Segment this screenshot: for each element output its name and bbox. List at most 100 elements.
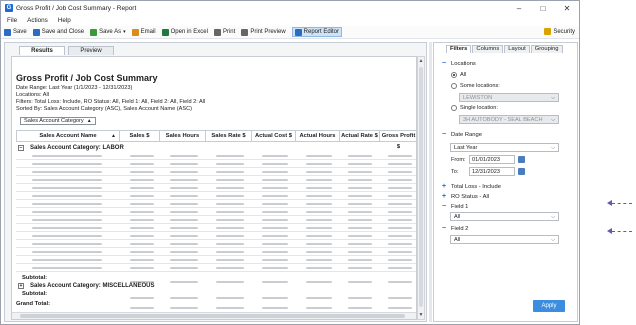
open-in-excel-button[interactable]: Open in Excel — [161, 28, 208, 36]
menu-file[interactable]: File — [7, 17, 17, 24]
redacted-cell — [348, 243, 372, 245]
scroll-thumb[interactable] — [419, 67, 423, 307]
tab-columns[interactable]: Columns — [472, 45, 504, 53]
group-labor[interactable]: − Sales Account Category: LABOR — [18, 145, 124, 151]
redacted-cell — [216, 163, 244, 165]
redacted-cell — [306, 179, 332, 181]
security-button[interactable]: Security — [544, 28, 575, 35]
redacted-cell — [306, 219, 332, 221]
row-divider — [16, 231, 416, 232]
to-date-input[interactable]: 12/31/2023 — [469, 167, 515, 176]
calendar-icon[interactable] — [518, 156, 525, 163]
report-editor-button[interactable]: Report Editor — [291, 27, 343, 37]
redacted-cell — [348, 307, 372, 309]
some-locations-select[interactable]: LEWISTON ⌵ — [459, 93, 559, 102]
col-sales-account-name[interactable]: Sales Account Name ▲ — [16, 130, 120, 142]
section-total-loss[interactable]: + Total Loss - Include — [442, 183, 501, 190]
scroll-down-icon[interactable]: ▼ — [418, 312, 424, 318]
redacted-cell — [32, 235, 102, 237]
redacted-cell — [130, 251, 154, 253]
field-2-select[interactable]: All ⌵ — [450, 235, 559, 244]
print-icon — [213, 28, 221, 36]
tab-preview[interactable]: Preview — [68, 46, 114, 55]
vertical-scrollbar[interactable]: ▲ ▼ — [417, 56, 425, 320]
redacted-cell — [262, 267, 288, 269]
redacted-cell — [32, 195, 102, 197]
section-locations[interactable]: − Locations — [442, 60, 476, 67]
menu-help[interactable]: Help — [58, 17, 71, 24]
row-divider — [16, 175, 416, 176]
redacted-cell — [306, 251, 332, 253]
section-ro-status[interactable]: + RO Status - All — [442, 193, 489, 200]
redacted-cell — [262, 171, 288, 173]
redacted-cell — [170, 267, 198, 269]
minimize-button[interactable]: – — [507, 1, 531, 15]
redacted-cell — [170, 259, 198, 261]
col-actual-hours[interactable]: Actual Hours — [296, 130, 340, 142]
scroll-up-icon[interactable]: ▲ — [418, 58, 424, 64]
lock-icon — [544, 28, 552, 35]
redacted-cell — [348, 235, 372, 237]
date-range-select[interactable]: Last Year ⌵ — [450, 143, 559, 152]
collapse-icon: − — [442, 225, 447, 232]
maximize-button[interactable]: □ — [531, 1, 555, 15]
save-as-button[interactable]: Save As ▾ — [90, 28, 126, 36]
collapse-icon[interactable]: − — [18, 145, 24, 151]
redacted-cell — [348, 171, 372, 173]
col-sales-hours[interactable]: Sales Hours — [160, 130, 206, 142]
tab-layout[interactable]: Layout — [504, 45, 530, 53]
redacted-cell — [348, 203, 372, 205]
section-field-1[interactable]: − Field 1 — [442, 203, 468, 210]
redacted-cell — [388, 195, 412, 197]
col-sales[interactable]: Sales $ — [120, 130, 160, 142]
col-actual-cost[interactable]: Actual Cost $ — [252, 130, 296, 142]
col-gross-profit[interactable]: Gross Profit $ — [380, 130, 416, 150]
field-1-select[interactable]: All ⌵ — [450, 212, 559, 221]
print-button[interactable]: Print — [213, 28, 235, 36]
group-miscellaneous[interactable]: + Sales Account Category: MISCELLANEOUS — [18, 283, 154, 289]
redacted-cell — [32, 227, 102, 229]
chevron-down-icon: ⌵ — [551, 214, 555, 220]
redacted-cell — [348, 179, 372, 181]
save-icon — [4, 28, 11, 36]
save-button[interactable]: Save — [4, 28, 27, 36]
redacted-cell — [388, 227, 412, 229]
tab-results[interactable]: Results — [19, 46, 65, 55]
redacted-cell — [306, 211, 332, 213]
col-sales-rate[interactable]: Sales Rate $ — [206, 130, 252, 142]
email-icon — [131, 28, 139, 36]
radio-single-location[interactable]: Single location: — [451, 105, 498, 111]
expand-icon[interactable]: + — [18, 283, 24, 289]
col-actual-rate[interactable]: Actual Rate $ — [340, 130, 380, 142]
tab-filters[interactable]: Filters — [446, 45, 472, 53]
pane-splitter[interactable] — [429, 42, 432, 322]
redacted-cell — [32, 203, 102, 205]
email-button[interactable]: Email — [131, 28, 156, 36]
print-preview-button[interactable]: Print Preview — [241, 28, 286, 36]
tab-grouping[interactable]: Grouping — [530, 45, 563, 53]
redacted-cell — [216, 219, 244, 221]
row-divider — [16, 223, 416, 224]
save-close-icon — [32, 28, 40, 36]
menu-actions[interactable]: Actions — [27, 17, 48, 24]
expand-icon: + — [442, 183, 447, 190]
redacted-cell — [130, 195, 154, 197]
radio-all-locations[interactable]: All — [451, 72, 466, 78]
redacted-cell — [306, 267, 332, 269]
redacted-cell — [348, 251, 372, 253]
close-button[interactable]: ✕ — [555, 1, 579, 15]
single-location-select[interactable]: 3H AUTOBODY - SEAL BEACH ⌵ — [459, 115, 559, 124]
scroll-thumb[interactable] — [20, 314, 405, 318]
section-field-2[interactable]: − Field 2 — [442, 225, 468, 232]
horizontal-scrollbar[interactable] — [12, 312, 416, 319]
apply-button[interactable]: Apply — [533, 300, 565, 312]
save-and-close-button[interactable]: Save and Close — [32, 28, 84, 36]
save-as-icon — [90, 28, 98, 36]
sort-chip[interactable]: Sales Account Category ▲ — [20, 117, 96, 125]
radio-some-locations[interactable]: Some locations: — [451, 83, 500, 89]
calendar-icon[interactable] — [518, 168, 525, 175]
redacted-cell — [262, 155, 288, 157]
redacted-cell — [388, 267, 412, 269]
from-date-input[interactable]: 01/01/2023 — [469, 155, 515, 164]
section-date-range[interactable]: − Date Range — [442, 131, 482, 138]
